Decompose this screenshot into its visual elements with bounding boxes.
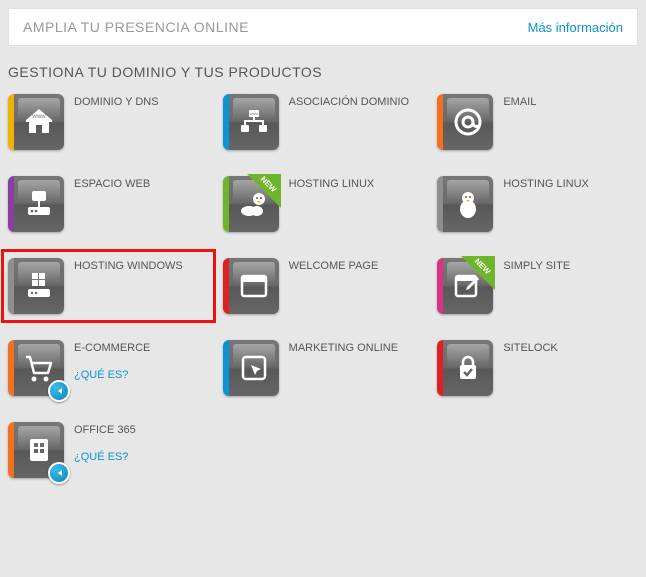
label-column: DOMINIO Y DNS (74, 94, 159, 109)
product-label: WELCOME PAGE (289, 260, 379, 273)
product-item[interactable]: SITELOCK (437, 340, 638, 396)
lock-check-icon (451, 351, 485, 385)
tile-face (443, 340, 493, 396)
product-grid: DOMINIO Y DNS ASOCIACIÓN DOMINIO EMAIL ESPA… (8, 94, 638, 478)
product-item[interactable]: E-COMMERCE ¿QUÉ ES? (8, 340, 209, 396)
label-column: ASOCIACIÓN DOMINIO (289, 94, 409, 109)
tile-face (229, 94, 279, 150)
office-tile[interactable] (8, 422, 64, 478)
accent-stripe (223, 94, 229, 150)
windows-server-icon (22, 269, 56, 303)
info-badge-icon[interactable] (48, 380, 70, 402)
product-label: OFFICE 365 (74, 424, 136, 437)
what-is-link[interactable]: ¿QUÉ ES? (74, 451, 136, 463)
cart-icon (22, 351, 56, 385)
new-badge-icon: NEW (247, 174, 281, 208)
product-label: ESPACIO WEB (74, 178, 150, 191)
product-label: MARKETING ONLINE (289, 342, 398, 355)
product-item[interactable]: NEW HOSTING LINUX (223, 176, 424, 232)
product-label: EMAIL (503, 96, 536, 109)
product-item[interactable]: HOSTING LINUX (437, 176, 638, 232)
tile-face (443, 94, 493, 150)
cursor-frame-tile[interactable] (223, 340, 279, 396)
webspace-tile[interactable] (8, 176, 64, 232)
product-item[interactable]: ESPACIO WEB (8, 176, 209, 232)
house-icon (22, 105, 56, 139)
tile-face (443, 176, 493, 232)
product-label: HOSTING LINUX (289, 178, 375, 191)
product-item[interactable]: NEW SIMPLY SITE (437, 258, 638, 314)
cart-tile[interactable] (8, 340, 64, 396)
penguin-cloud-tile[interactable]: NEW (223, 176, 279, 232)
product-label: SITELOCK (503, 342, 557, 355)
product-label: HOSTING WINDOWS (74, 260, 183, 273)
label-column: MARKETING ONLINE (289, 340, 398, 355)
product-label: HOSTING LINUX (503, 178, 589, 191)
label-column: OFFICE 365 ¿QUÉ ES? (74, 422, 136, 463)
product-item[interactable]: EMAIL (437, 94, 638, 150)
product-item[interactable]: HOSTING WINDOWS (1, 249, 216, 323)
product-item[interactable]: DOMINIO Y DNS (8, 94, 209, 150)
label-column: ESPACIO WEB (74, 176, 150, 191)
new-badge-icon: NEW (461, 256, 495, 290)
accent-stripe (223, 176, 229, 232)
product-item[interactable]: ASOCIACIÓN DOMINIO (223, 94, 424, 150)
product-label: DOMINIO Y DNS (74, 96, 159, 109)
windows-server-tile[interactable] (8, 258, 64, 314)
banner-title: AMPLIA TU PRESENCIA ONLINE (23, 19, 249, 35)
product-label: ASOCIACIÓN DOMINIO (289, 96, 409, 109)
house-tile[interactable] (8, 94, 64, 150)
product-label: E-COMMERCE (74, 342, 150, 355)
webspace-icon (22, 187, 56, 221)
tile-face (14, 176, 64, 232)
edit-page-tile[interactable]: NEW (437, 258, 493, 314)
penguin-icon (451, 187, 485, 221)
at-icon (451, 105, 485, 139)
section-title: GESTIONA TU DOMINIO Y TUS PRODUCTOS (8, 64, 638, 80)
accent-stripe (223, 340, 229, 396)
cursor-frame-icon (237, 351, 271, 385)
network-tile[interactable] (223, 94, 279, 150)
label-column: HOSTING LINUX (503, 176, 589, 191)
product-label: SIMPLY SITE (503, 260, 570, 273)
label-column: HOSTING LINUX (289, 176, 375, 191)
product-item[interactable]: OFFICE 365 ¿QUÉ ES? (8, 422, 209, 478)
promo-banner: AMPLIA TU PRESENCIA ONLINE Más informaci… (8, 8, 638, 46)
tile-face (14, 94, 64, 150)
browser-tile[interactable] (223, 258, 279, 314)
label-column: SIMPLY SITE (503, 258, 570, 273)
product-item[interactable]: MARKETING ONLINE (223, 340, 424, 396)
label-column: WELCOME PAGE (289, 258, 379, 273)
tile-face (14, 258, 64, 314)
tile-face (229, 258, 279, 314)
what-is-link[interactable]: ¿QUÉ ES? (74, 369, 150, 381)
product-item[interactable]: WELCOME PAGE (223, 258, 424, 314)
label-column: E-COMMERCE ¿QUÉ ES? (74, 340, 150, 381)
office-icon (22, 433, 56, 467)
label-column: EMAIL (503, 94, 536, 109)
penguin-tile[interactable] (437, 176, 493, 232)
info-badge-icon[interactable] (48, 462, 70, 484)
more-info-link[interactable]: Más información (528, 20, 623, 35)
lock-check-tile[interactable] (437, 340, 493, 396)
accent-stripe (223, 258, 229, 314)
network-icon (237, 105, 271, 139)
browser-icon (237, 269, 271, 303)
at-tile[interactable] (437, 94, 493, 150)
tile-face (229, 340, 279, 396)
label-column: SITELOCK (503, 340, 557, 355)
label-column: HOSTING WINDOWS (74, 258, 183, 273)
